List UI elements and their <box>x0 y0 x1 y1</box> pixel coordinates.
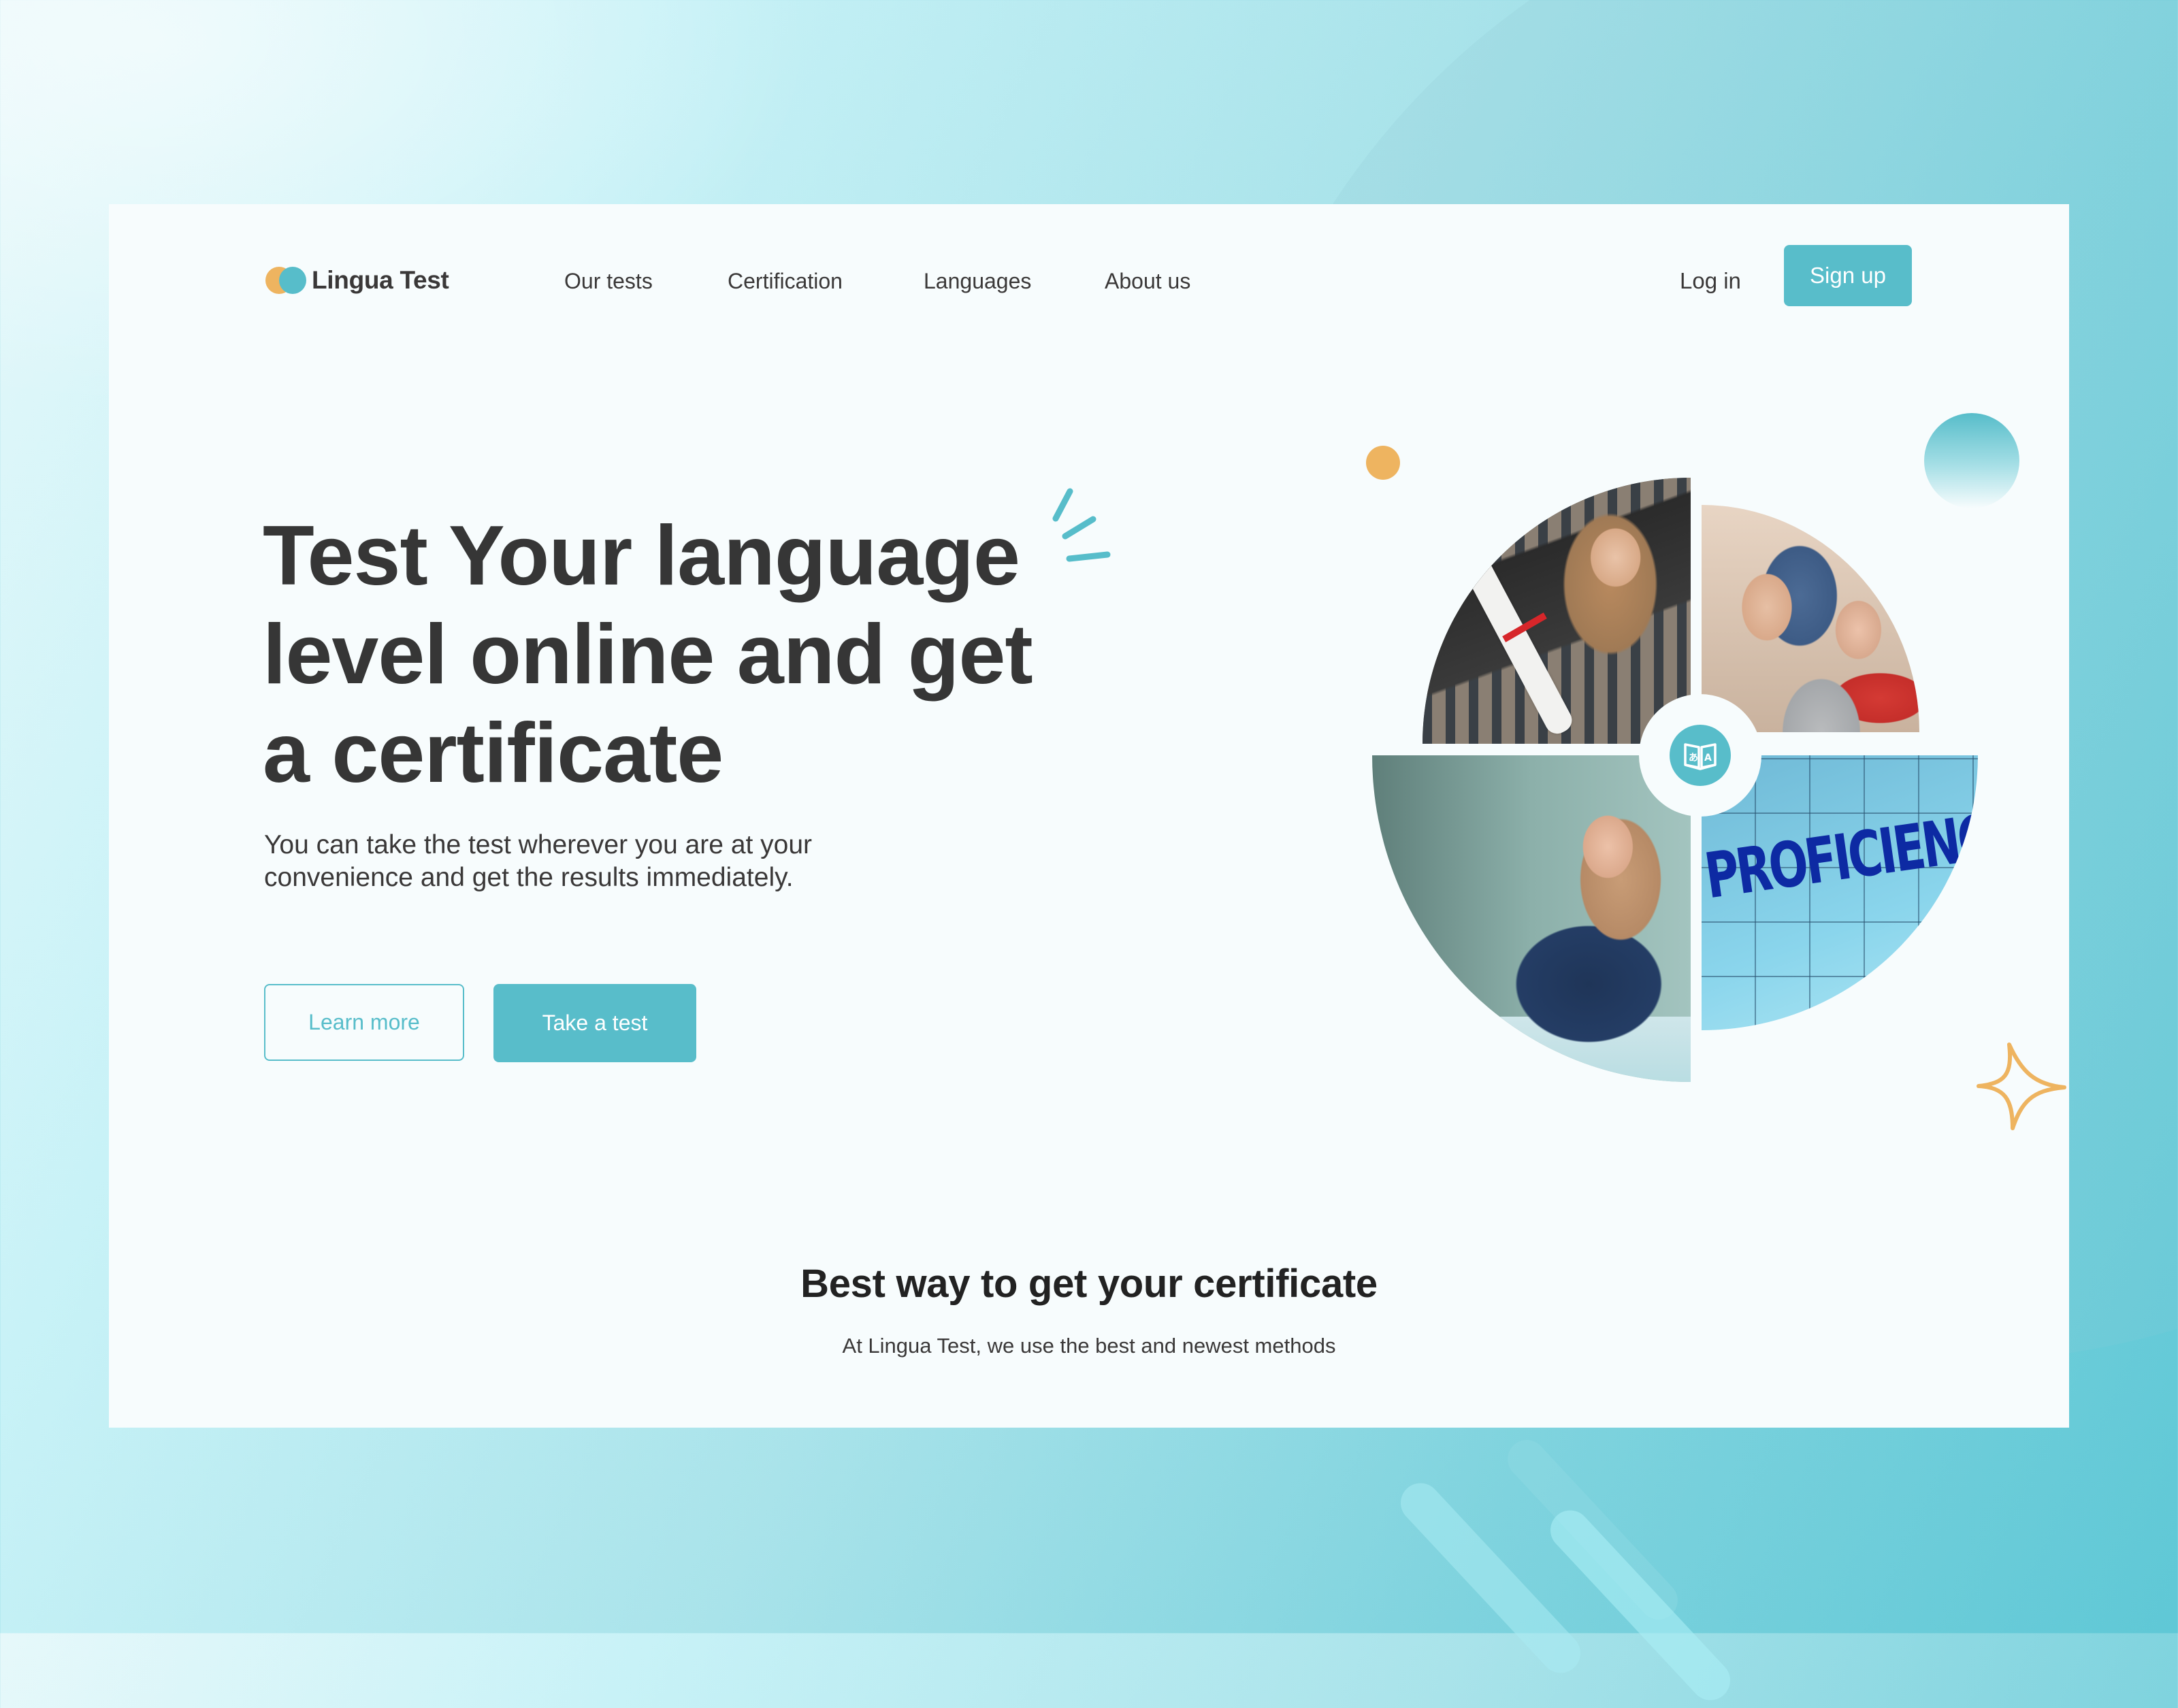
collage-center-hub: あ A <box>1639 694 1761 817</box>
brand-name: Lingua Test <box>312 266 449 294</box>
decorative-stripe <box>1542 1502 1738 1708</box>
svg-text:A: A <box>1704 753 1712 763</box>
orange-dot-decoration <box>1366 446 1400 480</box>
gradient-circle-decoration <box>1924 413 2019 508</box>
book-translate-icon: あ A <box>1670 725 1731 786</box>
nav-our-tests[interactable]: Our tests <box>564 264 653 298</box>
photo-graduate-diploma <box>1423 478 1691 744</box>
hero-subtitle-line: convenience and get the results immediat… <box>264 863 794 892</box>
section-title: Best way to get your certificate <box>800 1262 1378 1306</box>
take-a-test-button[interactable]: Take a test <box>493 984 696 1062</box>
hero-title-line: level online and get <box>263 608 1033 702</box>
photo-woman-writing <box>1372 755 1691 1082</box>
hero-subtitle: You can take the test wherever you are a… <box>264 829 945 894</box>
hero-title-line: Test Your language <box>263 509 1020 603</box>
learn-more-button[interactable]: Learn more <box>264 984 464 1061</box>
spark-lines-icon <box>1052 488 1111 562</box>
two-overlapping-circles-icon <box>264 266 306 295</box>
hero-title: Test Your language level online and get … <box>263 507 1148 803</box>
nav-about-us[interactable]: About us <box>1105 264 1190 298</box>
hero-title-line: a certificate <box>263 706 724 800</box>
sparkle-star-icon <box>1977 1042 2066 1130</box>
nav-certification[interactable]: Certification <box>728 264 843 298</box>
hero-photo-collage: PROFICIENCY あ A <box>1225 388 2083 1293</box>
hero-subtitle-line: You can take the test wherever you are a… <box>264 830 813 859</box>
section-subtitle: At Lingua Test, we use the best and newe… <box>842 1334 1336 1358</box>
svg-text:あ: あ <box>1689 753 1698 763</box>
brand-logo[interactable]: Lingua Test <box>264 260 449 301</box>
nav-languages[interactable]: Languages <box>924 264 1031 298</box>
landing-page-card: Lingua Test Our tests Certification Lang… <box>109 204 2069 1428</box>
photo-students-laptop <box>1702 505 1919 732</box>
signup-button[interactable]: Sign up <box>1784 245 1912 306</box>
login-link[interactable]: Log in <box>1680 264 1741 298</box>
